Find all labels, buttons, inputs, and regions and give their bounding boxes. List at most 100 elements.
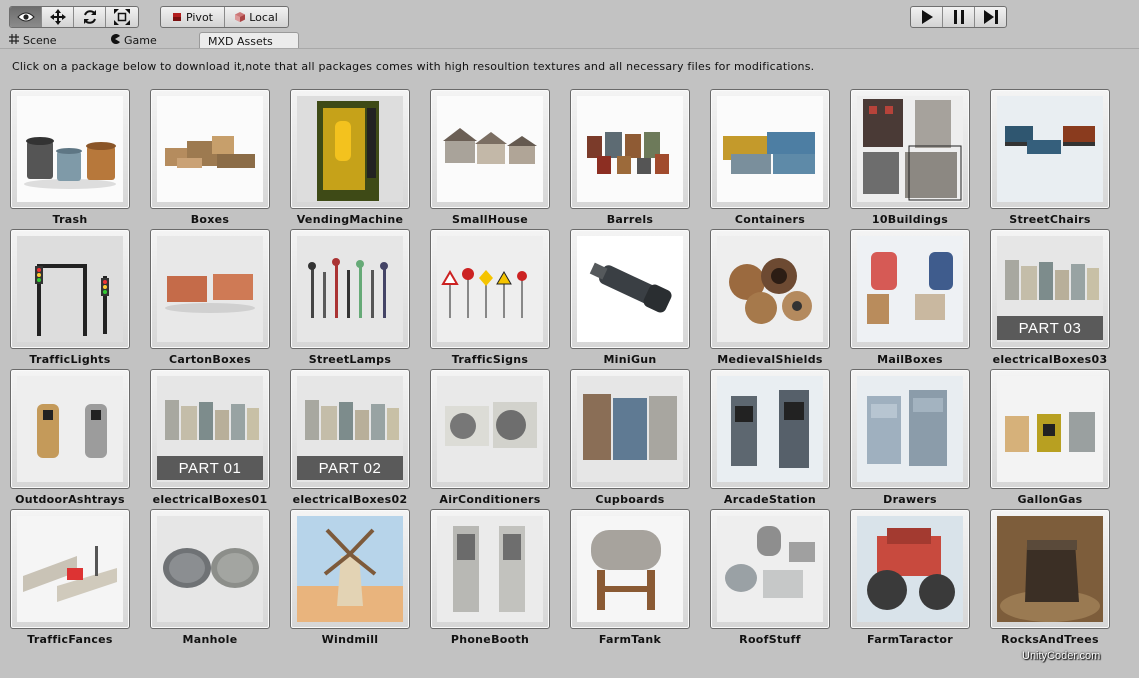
package-thumbnail: PART 01 <box>157 376 263 482</box>
package-button[interactable] <box>150 509 270 629</box>
package-vendingmachine: VendingMachine <box>290 89 410 227</box>
package-button[interactable]: PART 03 <box>990 229 1110 349</box>
tab-scene[interactable]: Scene <box>9 33 57 48</box>
package-button[interactable] <box>150 89 270 209</box>
scale-tool-button[interactable] <box>106 7 138 27</box>
package-thumbnail <box>437 96 543 202</box>
package-label: MedievalShields <box>717 353 823 366</box>
package-label: electricalBoxes01 <box>152 493 268 506</box>
part-badge: PART 02 <box>297 456 403 480</box>
package-label: RocksAndTrees <box>1001 633 1099 646</box>
package-label: MailBoxes <box>877 353 943 366</box>
package-button[interactable] <box>570 369 690 489</box>
package-button[interactable]: PART 01 <box>150 369 270 489</box>
package-thumbnail <box>577 376 683 482</box>
package-thumbnail <box>717 516 823 622</box>
play-icon <box>920 10 934 24</box>
scale-icon <box>114 9 130 25</box>
tab-bar: Scene Game MXD Assets <box>0 32 1139 49</box>
package-label: Windmill <box>321 633 379 646</box>
package-electricalboxes01: PART 01 electricalBoxes01 <box>150 369 270 507</box>
step-button[interactable] <box>975 7 1006 27</box>
play-button[interactable] <box>911 7 943 27</box>
package-button[interactable] <box>570 229 690 349</box>
package-label: RoofStuff <box>739 633 801 646</box>
tab-scene-label: Scene <box>23 34 57 47</box>
package-button[interactable] <box>570 89 690 209</box>
package-thumbnail <box>577 96 683 202</box>
package-button[interactable] <box>150 229 270 349</box>
pivot-group: Pivot Local <box>160 6 289 28</box>
package-button[interactable]: PART 02 <box>290 369 410 489</box>
package-label: TrafficSigns <box>451 353 529 366</box>
package-thumbnail: PART 02 <box>297 376 403 482</box>
package-boxes: Boxes <box>150 89 270 227</box>
package-label: Barrels <box>606 213 654 226</box>
package-thumbnail <box>157 516 263 622</box>
package-button[interactable] <box>10 369 130 489</box>
package-thumbnail <box>577 516 683 622</box>
package-button[interactable] <box>850 229 970 349</box>
package-arcadestation: ArcadeStation <box>710 369 830 507</box>
package-roofstuff: RoofStuff <box>710 509 830 647</box>
package-button[interactable] <box>10 229 130 349</box>
package-label: electricalBoxes03 <box>992 353 1108 366</box>
package-button[interactable] <box>290 509 410 629</box>
pivot-button[interactable]: Pivot <box>161 7 225 27</box>
package-button[interactable] <box>710 369 830 489</box>
package-10buildings: 10Buildings <box>850 89 970 227</box>
package-thumbnail <box>717 236 823 342</box>
package-label: AirConditioners <box>439 493 541 506</box>
package-minigun: MiniGun <box>570 229 690 367</box>
package-button[interactable] <box>850 509 970 629</box>
pause-icon <box>953 10 965 24</box>
package-phonebooth: PhoneBooth <box>430 509 550 647</box>
package-label: TrafficLights <box>29 353 111 366</box>
package-button[interactable] <box>710 229 830 349</box>
package-button[interactable] <box>430 229 550 349</box>
package-thumbnail <box>437 376 543 482</box>
package-farmtank: FarmTank <box>570 509 690 647</box>
package-label: GallonGas <box>1017 493 1083 506</box>
package-button[interactable] <box>850 89 970 209</box>
package-thumbnail <box>437 516 543 622</box>
view-tool-button[interactable] <box>10 7 42 27</box>
package-button[interactable] <box>10 89 130 209</box>
local-label: Local <box>249 10 278 24</box>
package-button[interactable] <box>430 509 550 629</box>
package-gallongas: GallonGas <box>990 369 1110 507</box>
package-trash: Trash <box>10 89 130 227</box>
package-button[interactable] <box>570 509 690 629</box>
view-icon <box>16 11 35 23</box>
package-button[interactable] <box>850 369 970 489</box>
package-button[interactable] <box>990 369 1110 489</box>
package-electricalboxes03: PART 03 electricalBoxes03 <box>990 229 1110 367</box>
package-button[interactable] <box>990 509 1110 629</box>
tab-game[interactable]: Game <box>110 33 157 48</box>
package-trafficfances: TrafficFances <box>10 509 130 647</box>
package-drawers: Drawers <box>850 369 970 507</box>
package-button[interactable] <box>290 89 410 209</box>
move-tool-button[interactable] <box>42 7 74 27</box>
package-label: TrafficFances <box>27 633 113 646</box>
tab-mxd-assets[interactable]: MXD Assets <box>199 32 299 49</box>
package-button[interactable] <box>10 509 130 629</box>
grid-icon <box>9 34 19 47</box>
package-button[interactable] <box>990 89 1110 209</box>
package-button[interactable] <box>710 89 830 209</box>
rotate-tool-button[interactable] <box>74 7 106 27</box>
pacman-icon <box>110 34 120 47</box>
package-thumbnail <box>857 516 963 622</box>
package-button[interactable] <box>430 369 550 489</box>
local-button[interactable]: Local <box>225 7 288 27</box>
package-mailboxes: MailBoxes <box>850 229 970 367</box>
pause-button[interactable] <box>943 7 975 27</box>
package-thumbnail <box>577 236 683 342</box>
package-label: FarmTank <box>598 633 662 646</box>
package-button[interactable] <box>290 229 410 349</box>
move-icon <box>49 9 66 25</box>
watermark: UnityCoder.com <box>1022 650 1101 662</box>
package-button[interactable] <box>710 509 830 629</box>
package-cupboards: Cupboards <box>570 369 690 507</box>
package-button[interactable] <box>430 89 550 209</box>
